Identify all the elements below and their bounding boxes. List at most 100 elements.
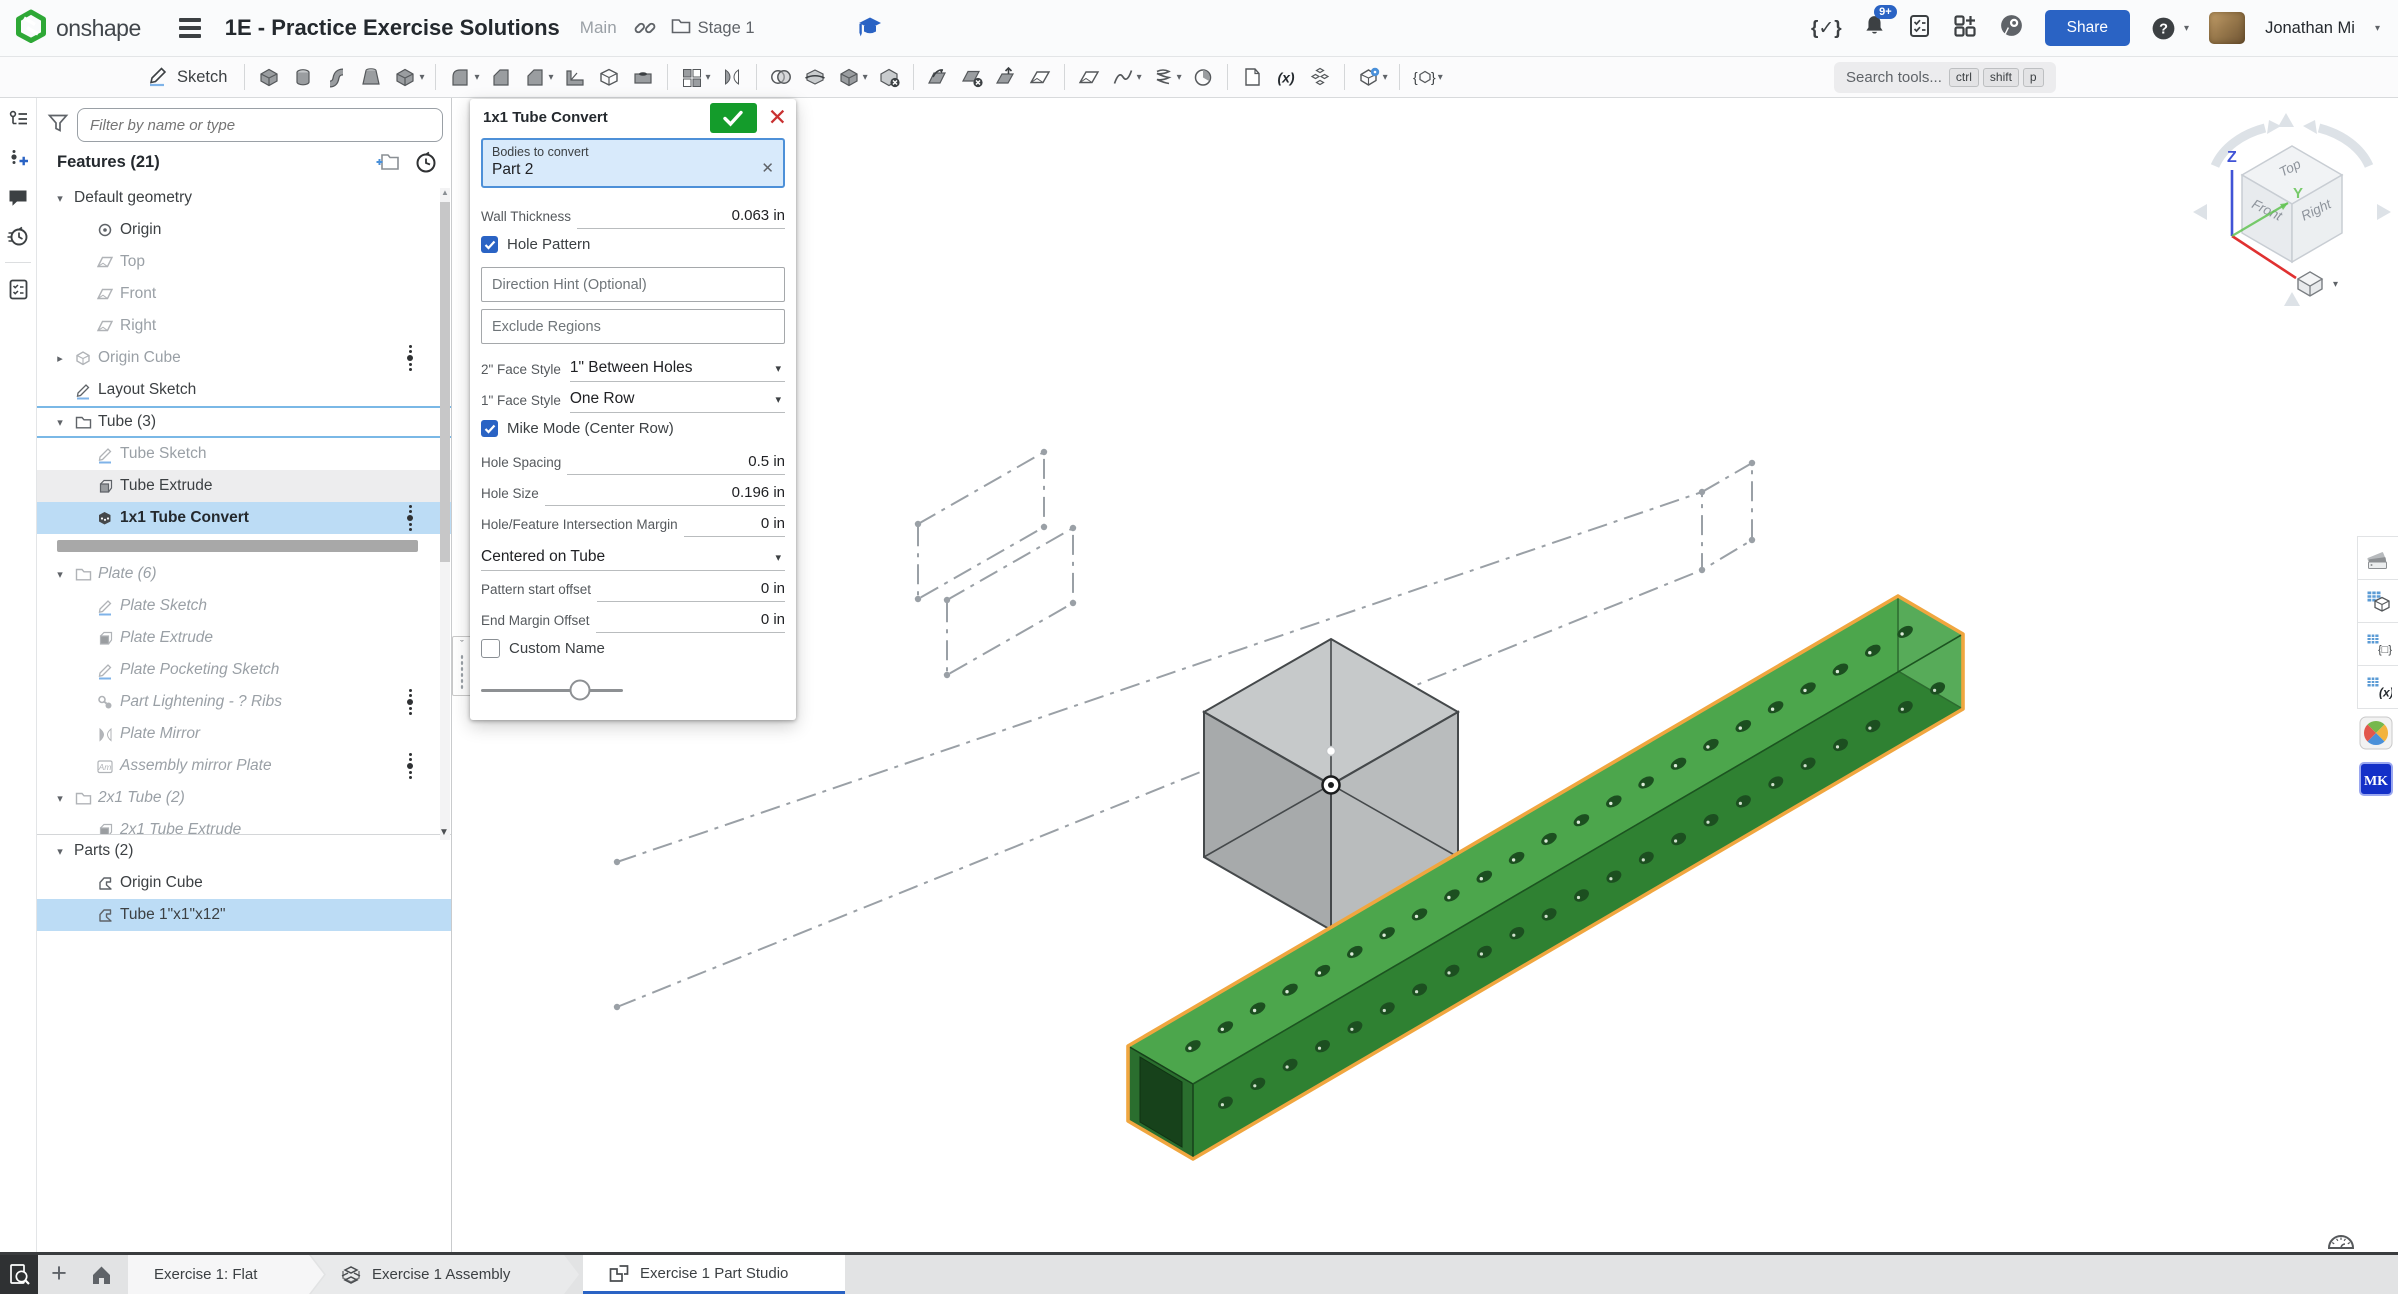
tree-item-default-geometry[interactable]: ▾Default geometry bbox=[37, 182, 451, 214]
toolbar-sweep-button[interactable] bbox=[320, 61, 354, 93]
add-folder-icon[interactable] bbox=[376, 151, 400, 173]
custom-features-dropdown-caret[interactable]: ▾ bbox=[1438, 72, 1443, 83]
tree-item-tube-sketch[interactable]: Tube Sketch bbox=[37, 438, 451, 470]
link-icon[interactable] bbox=[633, 16, 657, 40]
rollback-bar[interactable] bbox=[57, 540, 418, 552]
tree-item-plate-pocketing-sketch[interactable]: Plate Pocketing Sketch bbox=[37, 654, 451, 686]
toolbar-modify-fillet-button[interactable] bbox=[921, 61, 955, 93]
tab-exercise-1-part-studio[interactable]: Exercise 1 Part Studio bbox=[583, 1255, 845, 1294]
tree-item-right[interactable]: Right bbox=[37, 310, 451, 342]
help-menu[interactable]: ? ▾ bbox=[2150, 15, 2189, 42]
tree-item-plate-extrude[interactable]: Plate Extrude bbox=[37, 622, 451, 654]
tree-item-part-lightening-ribs[interactable]: Part Lightening - ? Ribs bbox=[37, 686, 451, 718]
dialog-cancel-button[interactable]: ✕ bbox=[768, 106, 787, 129]
tree-item-origin-cube[interactable]: ▸Origin Cube bbox=[37, 342, 451, 374]
drag-handle-icon[interactable] bbox=[407, 753, 413, 779]
toolbar-linear-pattern-button[interactable]: ▾ bbox=[675, 61, 715, 93]
rail-history-button[interactable] bbox=[6, 225, 30, 248]
toolbar-helix-button[interactable]: ▾ bbox=[1146, 61, 1186, 93]
checkbox-hole-pattern[interactable]: Hole Pattern bbox=[481, 229, 785, 260]
checkbox-mike-mode-center-row-[interactable]: Mike Mode (Center Row) bbox=[481, 413, 785, 444]
tree-item-plate-sketch[interactable]: Plate Sketch bbox=[37, 590, 451, 622]
featurescript-icon[interactable]: {✓} bbox=[1811, 17, 1842, 40]
parts-group-row[interactable]: ▾Parts (2) bbox=[37, 835, 451, 867]
toolbar-shell-button[interactable] bbox=[592, 61, 626, 93]
mk-app-button[interactable]: MK bbox=[2357, 760, 2395, 798]
thicken-dropdown-caret[interactable]: ▾ bbox=[419, 72, 424, 83]
textbox-exclude-regions[interactable]: Exclude Regions bbox=[481, 309, 785, 344]
tree-item-tube-3-[interactable]: ▾Tube (3) bbox=[37, 406, 451, 438]
scroll-up-arrow[interactable]: ▲ bbox=[440, 188, 450, 197]
toolbar-thicken-button[interactable]: ▾ bbox=[388, 61, 428, 93]
toolbar-delete-face-button[interactable] bbox=[955, 61, 989, 93]
tasks-button[interactable] bbox=[1907, 13, 1932, 44]
learning-center-icon[interactable] bbox=[856, 14, 884, 45]
toolbar-transform-button[interactable]: ▾ bbox=[832, 61, 872, 93]
field-value-input[interactable]: 0.5 in bbox=[567, 453, 785, 475]
toolbar-custom-features-button[interactable]: {}▾ bbox=[1407, 61, 1447, 93]
fillet-dropdown-caret[interactable]: ▾ bbox=[474, 72, 479, 83]
sheet-metal-table-button[interactable] bbox=[2357, 579, 2398, 623]
dropdown-select[interactable]: Centered on Tube▾ bbox=[481, 548, 785, 571]
named-positions-table-button[interactable]: {□} bbox=[2357, 622, 2398, 666]
rail-insert-feature-button[interactable] bbox=[6, 147, 30, 170]
toolbar-move-face-button[interactable] bbox=[989, 61, 1023, 93]
toolbar-variable-studio-button[interactable]: (x) bbox=[1269, 61, 1303, 93]
tab-manager-button[interactable] bbox=[0, 1255, 38, 1294]
tree-item-tube-extrude[interactable]: Tube Extrude bbox=[37, 470, 451, 502]
toolbar-loft-button[interactable] bbox=[354, 61, 388, 93]
toolbar-split-button[interactable] bbox=[798, 61, 832, 93]
checkbox-custom-name[interactable]: Custom Name bbox=[481, 633, 785, 664]
expand-caret-icon[interactable]: ▸ bbox=[49, 352, 71, 365]
toolbar-delete-part-button[interactable] bbox=[872, 61, 906, 93]
toolbar-extrude-button[interactable] bbox=[252, 61, 286, 93]
tab-exercise-1-flat[interactable]: Exercise 1: Flat bbox=[128, 1255, 324, 1294]
origin-marker[interactable] bbox=[1323, 777, 1340, 794]
slider-knob[interactable] bbox=[570, 680, 591, 701]
view-options-button[interactable]: ▾ bbox=[2295, 270, 2338, 298]
main-menu-button[interactable] bbox=[179, 18, 201, 38]
toolbar-plane-button[interactable] bbox=[1072, 61, 1106, 93]
tree-item-2x1-tube-extrude[interactable]: 2x1 Tube Extrude bbox=[37, 814, 451, 834]
appearance-panel-button[interactable] bbox=[2357, 536, 2398, 580]
history-icon[interactable] bbox=[414, 151, 437, 174]
ai-assistant-button[interactable] bbox=[1998, 12, 2025, 44]
clear-selection-icon[interactable]: ✕ bbox=[761, 159, 774, 177]
field-value-input[interactable]: 0 in bbox=[684, 515, 785, 537]
search-tools-button[interactable]: Search tools... ctrlshiftp bbox=[1834, 62, 2056, 93]
user-name[interactable]: Jonathan Mi bbox=[2265, 19, 2355, 38]
transform-dropdown-caret[interactable]: ▾ bbox=[863, 72, 868, 83]
curve-dropdown-caret[interactable]: ▾ bbox=[1137, 72, 1142, 83]
toolbar-offset-surface-button[interactable] bbox=[1186, 61, 1220, 93]
drag-handle-icon[interactable] bbox=[407, 689, 413, 715]
expand-caret-icon[interactable]: ▾ bbox=[49, 845, 71, 858]
tree-item-plate-6-[interactable]: ▾Plate (6) bbox=[37, 558, 451, 590]
dropdown-select[interactable]: One Row▾ bbox=[570, 390, 785, 413]
tree-scrollbar[interactable]: ▲ ▼ bbox=[440, 188, 450, 840]
draft-dropdown-caret[interactable]: ▾ bbox=[549, 72, 554, 83]
tree-item-origin[interactable]: Origin bbox=[37, 214, 451, 246]
drag-handle-icon[interactable] bbox=[407, 345, 413, 371]
field-value-input[interactable]: 0 in bbox=[597, 580, 785, 602]
home-tab-button[interactable] bbox=[80, 1255, 122, 1294]
tree-item-assembly-mirror-plate[interactable]: AmAssembly mirror Plate bbox=[37, 750, 451, 782]
expand-caret-icon[interactable]: ▾ bbox=[49, 792, 71, 805]
rail-feature-list-button[interactable] bbox=[6, 108, 30, 131]
toolbar-sketch-button[interactable]: Sketch bbox=[146, 63, 227, 92]
tree-item-1x1-tube-convert[interactable]: 1x1 Tube Convert bbox=[37, 502, 451, 534]
field-value-input[interactable]: 0.063 in bbox=[577, 207, 785, 229]
view-cube[interactable]: TopFrontRightZXY bbox=[2185, 106, 2398, 306]
dropdown-select[interactable]: 1" Between Holes▾ bbox=[570, 359, 785, 382]
tree-item-layout-sketch[interactable]: Layout Sketch bbox=[37, 374, 451, 406]
user-avatar[interactable] bbox=[2209, 12, 2245, 44]
helix-dropdown-caret[interactable]: ▾ bbox=[1177, 72, 1182, 83]
display-states-dropdown-caret[interactable]: ▾ bbox=[1383, 72, 1388, 83]
field-value-input[interactable]: 0 in bbox=[596, 611, 785, 633]
checkbox-icon[interactable] bbox=[481, 236, 498, 253]
expand-caret-icon[interactable]: ▾ bbox=[49, 416, 71, 429]
checkbox-icon[interactable] bbox=[481, 639, 500, 658]
notifications-button[interactable]: 9+ bbox=[1862, 13, 1887, 44]
toolbar-replace-face-button[interactable] bbox=[1023, 61, 1057, 93]
linear-pattern-dropdown-caret[interactable]: ▾ bbox=[706, 72, 711, 83]
toolbar-curve-button[interactable]: ▾ bbox=[1106, 61, 1146, 93]
